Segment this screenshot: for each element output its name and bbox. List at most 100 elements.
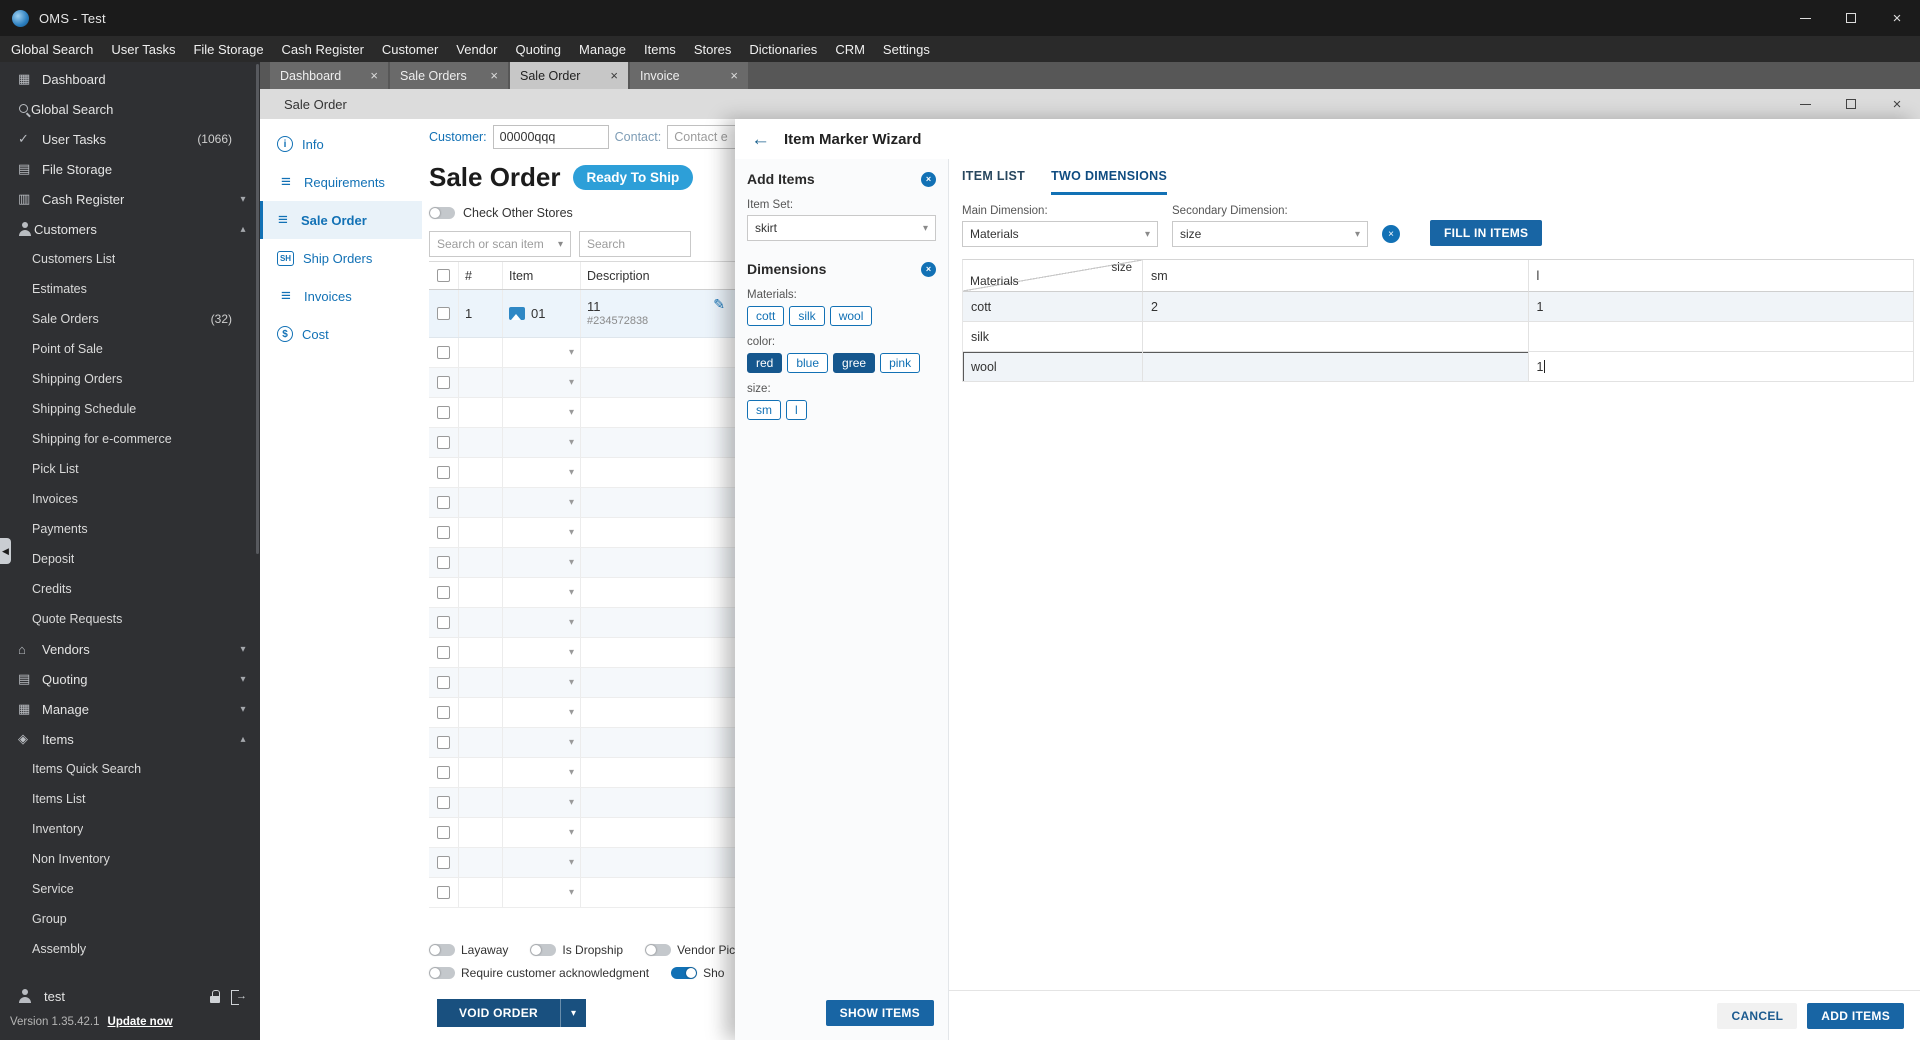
item-dropdown-caret-icon[interactable]: ▾ xyxy=(569,767,574,778)
item-dropdown-caret-icon[interactable]: ▾ xyxy=(569,467,574,478)
lock-icon[interactable] xyxy=(209,989,221,1003)
form-nav-sale-order[interactable]: ≡ Sale Order xyxy=(260,201,422,239)
order-row-1[interactable]: 1 01 11 #234572838 ✎ xyxy=(429,290,735,338)
inner-restore-button[interactable] xyxy=(1828,89,1874,119)
secondary-dimension-select[interactable]: size ▾ xyxy=(1172,221,1368,247)
edit-pencil-icon[interactable]: ✎ xyxy=(713,296,725,313)
toggle-switch[interactable] xyxy=(429,966,455,979)
row-checkbox[interactable] xyxy=(437,406,450,419)
row-checkbox[interactable] xyxy=(437,826,450,839)
dimension-chip[interactable]: wool xyxy=(829,306,873,326)
sidebar-item[interactable]: Group xyxy=(0,904,260,934)
menu-item[interactable]: Quoting xyxy=(506,36,570,62)
table-row[interactable]: ▾ xyxy=(429,878,735,908)
sidebar-scrollbar[interactable] xyxy=(256,64,259,554)
row-checkbox[interactable] xyxy=(437,616,450,629)
dimension-chip[interactable]: sm xyxy=(747,400,781,420)
grid-cell[interactable]: 2 xyxy=(1143,292,1529,322)
table-row[interactable]: ▾ xyxy=(429,548,735,578)
item-dropdown-caret-icon[interactable]: ▾ xyxy=(569,617,574,628)
document-tab[interactable]: Invoice × xyxy=(630,62,748,89)
maximize-button[interactable] xyxy=(1828,0,1874,36)
grid-cell[interactable] xyxy=(1143,322,1529,352)
sidebar-item[interactable]: Shipping for e-commerce xyxy=(0,424,260,454)
dimension-chip[interactable]: gree xyxy=(833,353,876,373)
row-checkbox[interactable] xyxy=(437,496,450,509)
item-dropdown-caret-icon[interactable]: ▾ xyxy=(569,737,574,748)
menu-item[interactable]: Items xyxy=(635,36,685,62)
menu-item[interactable]: CRM xyxy=(826,36,874,62)
item-dropdown-caret-icon[interactable]: ▾ xyxy=(569,797,574,808)
table-row[interactable]: ▾ xyxy=(429,458,735,488)
menu-item[interactable]: Manage xyxy=(570,36,635,62)
toggle-switch[interactable] xyxy=(429,943,455,956)
menu-item[interactable]: Global Search xyxy=(2,36,102,62)
back-arrow-icon[interactable]: ← xyxy=(751,130,770,149)
tab-close-icon[interactable]: × xyxy=(730,68,738,83)
toggle-switch[interactable] xyxy=(645,943,672,956)
form-nav-ship-orders[interactable]: SH Ship Orders xyxy=(260,239,422,277)
clear-secondary-dimension-icon[interactable]: × xyxy=(1382,225,1400,243)
dimension-chip[interactable]: pink xyxy=(880,353,921,373)
table-row[interactable]: ▾ xyxy=(429,338,735,368)
header-checkbox[interactable] xyxy=(437,269,450,282)
table-row[interactable]: ▾ xyxy=(429,848,735,878)
sidebar-item[interactable]: Customers ▴ xyxy=(0,214,260,244)
sidebar-item[interactable]: Estimates xyxy=(0,274,260,304)
row-checkbox[interactable] xyxy=(437,307,450,320)
sidebar-item[interactable]: ▦ Dashboard xyxy=(0,64,260,94)
row-checkbox[interactable] xyxy=(437,436,450,449)
item-dropdown-caret-icon[interactable]: ▾ xyxy=(569,527,574,538)
row-checkbox[interactable] xyxy=(437,796,450,809)
dimension-chip[interactable]: cott xyxy=(747,306,785,326)
item-dropdown-caret-icon[interactable]: ▾ xyxy=(569,347,574,358)
table-row[interactable]: ▾ xyxy=(429,818,735,848)
sidebar-item[interactable]: Payments xyxy=(0,514,260,544)
sidebar-item[interactable]: Sale Orders (32) xyxy=(0,304,260,334)
inner-close-button[interactable]: × xyxy=(1874,89,1920,119)
sidebar-item[interactable]: Assembly xyxy=(0,934,260,964)
menu-item[interactable]: Cash Register xyxy=(273,36,373,62)
table-row[interactable]: ▾ xyxy=(429,668,735,698)
void-order-dropdown[interactable]: ▾ xyxy=(560,999,587,1027)
row-checkbox[interactable] xyxy=(437,886,450,899)
item-dropdown-caret-icon[interactable]: ▾ xyxy=(569,647,574,658)
sidebar-item[interactable]: Quote Requests xyxy=(0,604,260,634)
row-checkbox[interactable] xyxy=(437,556,450,569)
dimension-chip[interactable]: blue xyxy=(787,353,829,373)
contact-input[interactable] xyxy=(667,125,735,149)
update-now-link[interactable]: Update now xyxy=(108,1016,173,1028)
sidebar-collapse-arrow[interactable]: ◀ xyxy=(0,538,11,564)
show-items-button[interactable]: SHOW ITEMS xyxy=(825,1000,934,1026)
menu-item[interactable]: Stores xyxy=(685,36,741,62)
sidebar-item[interactable]: ✓ User Tasks (1066) xyxy=(0,124,260,154)
inner-minimize-button[interactable] xyxy=(1782,89,1828,119)
main-dimension-select[interactable]: Materials ▾ xyxy=(962,221,1158,247)
sidebar-item[interactable]: Customers List xyxy=(0,244,260,274)
tab-two-dimensions[interactable]: TWO DIMENSIONS xyxy=(1051,169,1168,195)
sidebar-item[interactable]: Point of Sale xyxy=(0,334,260,364)
row-checkbox[interactable] xyxy=(437,736,450,749)
sidebar-item[interactable]: Pick List xyxy=(0,454,260,484)
grid-cell[interactable]: 1 xyxy=(1528,292,1914,322)
sidebar-item[interactable]: ▤ File Storage xyxy=(0,154,260,184)
item-dropdown-caret-icon[interactable]: ▾ xyxy=(569,887,574,898)
item-search-select[interactable]: Search or scan item ▾ xyxy=(429,231,571,257)
form-nav-cost[interactable]: $ Cost xyxy=(260,315,422,353)
dimension-chip[interactable]: silk xyxy=(789,306,825,326)
row-checkbox[interactable] xyxy=(437,706,450,719)
document-tab[interactable]: Sale Orders × xyxy=(390,62,508,89)
table-row[interactable]: ▾ xyxy=(429,428,735,458)
item-dropdown-caret-icon[interactable]: ▾ xyxy=(569,557,574,568)
dimension-chip[interactable]: l xyxy=(786,400,807,420)
item-dropdown-caret-icon[interactable]: ▾ xyxy=(569,677,574,688)
item-dropdown-caret-icon[interactable]: ▾ xyxy=(569,407,574,418)
row-checkbox[interactable] xyxy=(437,676,450,689)
tab-close-icon[interactable]: × xyxy=(610,68,618,83)
tab-item-list[interactable]: ITEM LIST xyxy=(962,169,1025,195)
row-checkbox[interactable] xyxy=(437,856,450,869)
grid-cell[interactable] xyxy=(1143,352,1529,382)
row-checkbox[interactable] xyxy=(437,646,450,659)
menu-item[interactable]: Dictionaries xyxy=(740,36,826,62)
sidebar-item[interactable]: Deposit xyxy=(0,544,260,574)
